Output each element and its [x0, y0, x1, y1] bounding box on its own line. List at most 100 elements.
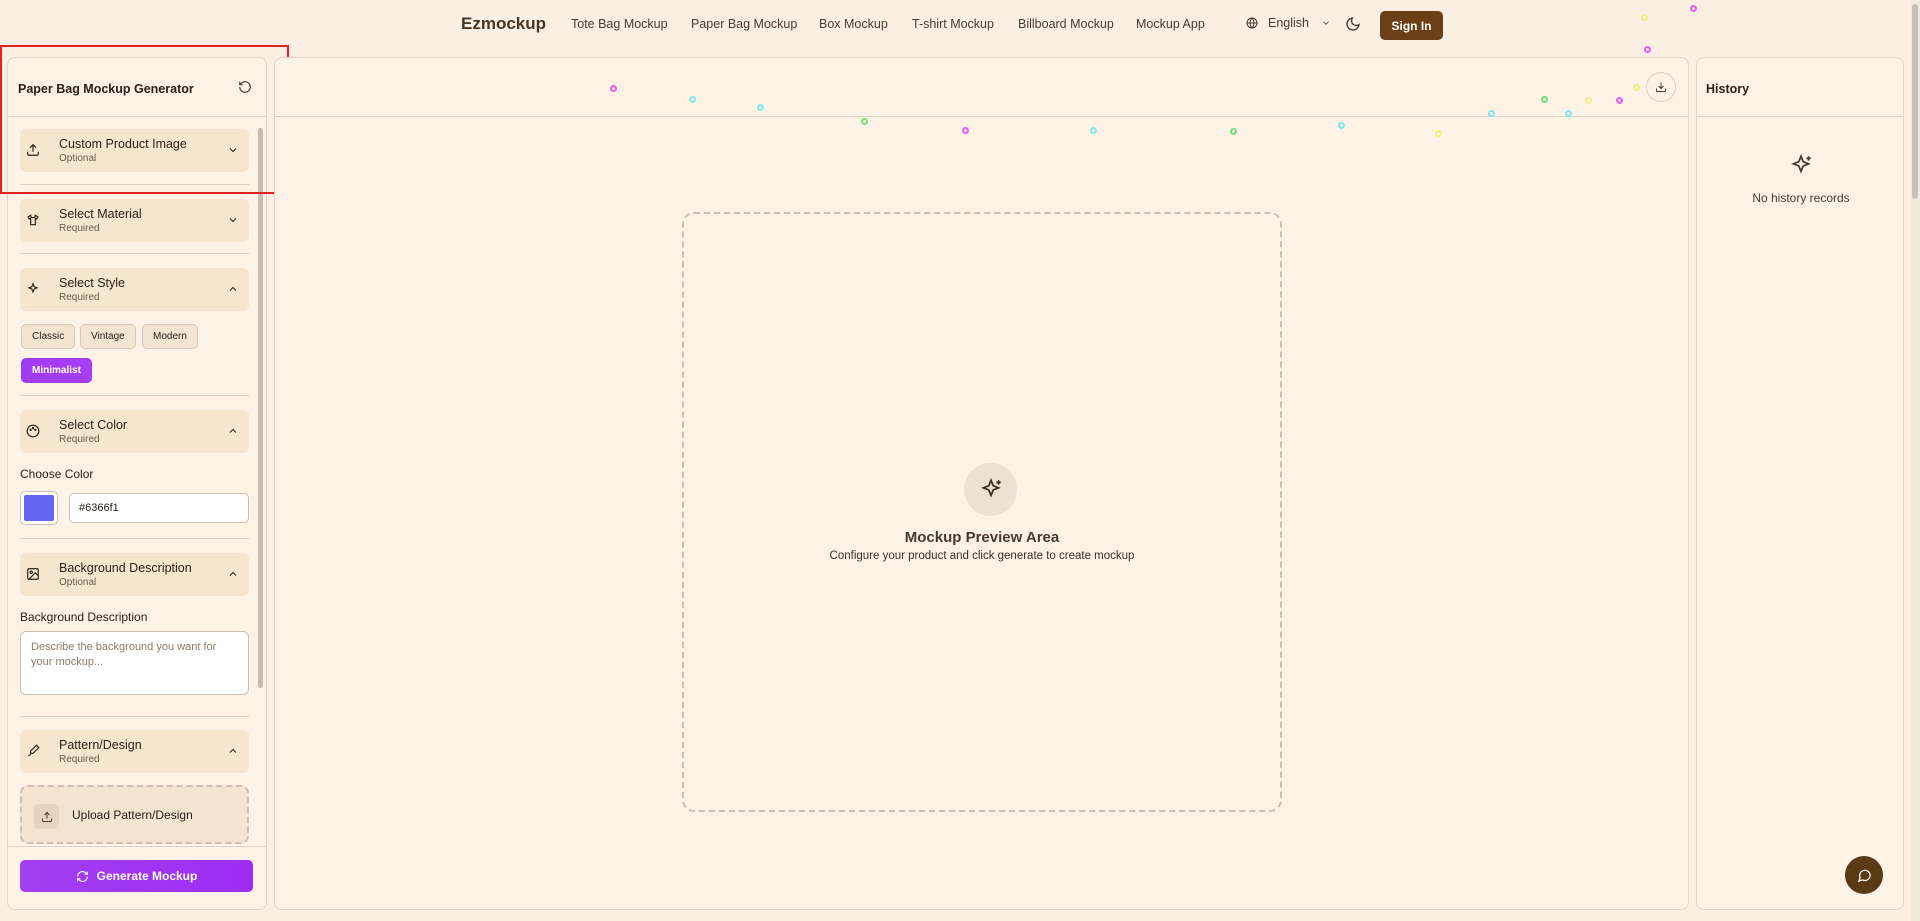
choose-color-label: Choose Color — [20, 467, 94, 481]
chevron-down-icon — [1323, 21, 1329, 25]
particle — [1541, 96, 1548, 103]
page-scrollbar[interactable] — [1912, 4, 1918, 199]
nav-link-paper-bag[interactable]: Paper Bag Mockup — [691, 17, 797, 31]
nav-link-billboard[interactable]: Billboard Mockup — [1018, 17, 1114, 31]
chevron-down-icon — [229, 148, 237, 153]
upload-pattern-label: Upload Pattern/Design — [72, 808, 193, 822]
color-swatch — [24, 495, 54, 521]
palette-icon — [26, 424, 40, 438]
particle — [1585, 97, 1592, 104]
particle — [1230, 128, 1237, 135]
language-label: English — [1268, 16, 1309, 30]
sparkles-icon — [964, 463, 1017, 516]
top-navigation: Ezmockup Tote Bag Mockup Paper Bag Mocku… — [0, 0, 1920, 50]
generate-mockup-button[interactable]: Generate Mockup — [20, 860, 253, 892]
section-subtitle: Required — [59, 754, 100, 765]
upload-icon — [27, 143, 39, 156]
chevron-up-icon — [229, 286, 237, 291]
brush-icon — [28, 744, 40, 757]
section-subtitle: Optional — [59, 153, 97, 164]
chevron-up-icon — [229, 748, 237, 753]
particle — [1616, 97, 1623, 104]
image-icon — [27, 568, 39, 580]
section-divider — [20, 253, 249, 254]
background-description-input[interactable]: Describe the background you want for you… — [20, 631, 249, 695]
panel-divider — [1697, 116, 1903, 117]
style-option-modern[interactable]: Modern — [142, 324, 198, 349]
particle — [610, 85, 617, 92]
particle — [1090, 127, 1097, 134]
panel-title: Paper Bag Mockup Generator — [18, 82, 194, 96]
particle — [1565, 110, 1572, 117]
preview-title: Mockup Preview Area — [904, 529, 1060, 546]
preview-area: Mockup Preview Area Configure your produ… — [682, 212, 1282, 812]
sign-in-button[interactable]: Sign In — [1380, 11, 1443, 40]
section-subtitle: Optional — [59, 577, 97, 588]
particle — [861, 118, 868, 125]
section-background-description[interactable]: Background Description Optional — [20, 553, 249, 596]
download-icon — [1656, 82, 1666, 92]
language-selector[interactable]: English — [1246, 16, 1331, 30]
particle — [1435, 130, 1442, 137]
section-divider — [20, 395, 249, 396]
globe-icon — [1246, 17, 1258, 29]
particle — [1641, 14, 1648, 21]
preview-subtitle: Configure your product and click generat… — [829, 550, 1135, 562]
sparkles-icon — [1791, 153, 1811, 174]
particle — [962, 127, 969, 134]
generate-label: Generate Mockup — [96, 869, 198, 883]
section-divider — [20, 184, 249, 185]
style-option-classic[interactable]: Classic — [21, 324, 76, 349]
nav-link-mockup-app[interactable]: Mockup App — [1136, 17, 1205, 31]
section-title: Select Material — [59, 207, 142, 221]
chevron-up-icon — [229, 428, 237, 433]
section-title: Select Style — [59, 276, 126, 290]
upload-icon — [34, 804, 59, 829]
particle — [1690, 5, 1697, 12]
preview-panel: Mockup Preview Area Configure your produ… — [274, 57, 1689, 910]
section-title: Background Description — [59, 561, 192, 575]
refresh-icon — [76, 870, 88, 882]
panel-divider — [275, 116, 1688, 117]
color-swatch-button[interactable] — [20, 491, 58, 525]
chat-icon — [1857, 869, 1871, 882]
particle — [689, 96, 696, 103]
download-button[interactable] — [1646, 72, 1676, 102]
history-empty-text: No history records — [1752, 191, 1850, 205]
history-title: History — [1706, 82, 1750, 96]
section-select-material[interactable]: Select Material Required — [20, 199, 249, 242]
section-title: Select Color — [59, 418, 128, 432]
nav-link-tshirt[interactable]: T-shirt Mockup — [912, 17, 994, 31]
sparkles-icon — [27, 282, 39, 294]
particle — [1338, 122, 1345, 129]
section-subtitle: Required — [59, 223, 100, 234]
upload-pattern-button[interactable]: Upload Pattern/Design — [20, 785, 249, 844]
section-select-style[interactable]: Select Style Required — [20, 268, 249, 311]
chevron-down-icon — [229, 218, 237, 223]
shirt-icon — [27, 214, 39, 226]
style-option-minimalist[interactable]: Minimalist — [21, 358, 92, 383]
reset-icon[interactable] — [238, 80, 252, 94]
chevron-up-icon — [229, 571, 237, 576]
section-title: Custom Product Image — [59, 137, 187, 151]
moon-icon — [1346, 17, 1360, 31]
style-option-vintage[interactable]: Vintage — [80, 324, 136, 349]
section-custom-product-image[interactable]: Custom Product Image Optional — [20, 129, 249, 172]
particle — [1488, 110, 1495, 117]
section-pattern-design[interactable]: Pattern/Design Required — [20, 730, 249, 773]
nav-link-box[interactable]: Box Mockup — [819, 17, 888, 31]
particle — [757, 104, 764, 111]
nav-link-tote-bag[interactable]: Tote Bag Mockup — [571, 17, 668, 31]
particle — [1644, 46, 1651, 53]
brand-logo[interactable]: Ezmockup — [461, 14, 546, 34]
scrollbar[interactable] — [258, 128, 263, 688]
panel-footer-divider — [7, 846, 267, 847]
color-hex-input[interactable]: #6366f1 — [69, 493, 249, 523]
section-select-color[interactable]: Select Color Required — [20, 410, 249, 453]
theme-toggle[interactable] — [1343, 14, 1363, 34]
chat-button[interactable] — [1845, 856, 1883, 894]
history-panel: History No history records — [1696, 57, 1904, 910]
particle — [1633, 84, 1640, 91]
section-subtitle: Required — [59, 292, 100, 303]
section-title: Pattern/Design — [59, 738, 142, 752]
